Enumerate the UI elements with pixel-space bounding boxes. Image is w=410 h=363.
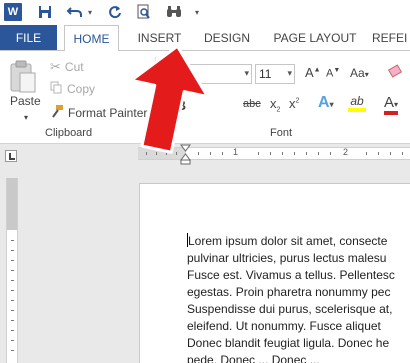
grow-font-button[interactable]: A▲ xyxy=(305,65,321,80)
change-case-button[interactable]: Aa▾ xyxy=(350,66,369,80)
clipboard-launcher-icon[interactable]: ⇲ xyxy=(145,128,152,137)
vertical-ruler[interactable] xyxy=(6,178,18,363)
ruler-top-margin xyxy=(7,178,17,230)
bold-button[interactable]: B xyxy=(176,97,186,113)
tab-selector-icon[interactable] xyxy=(5,150,17,162)
strikethrough-button[interactable]: abc xyxy=(243,98,261,110)
ruler-number: 2 xyxy=(343,147,349,157)
document-line: Lorem ipsum dolor sit amet, consecte xyxy=(187,233,388,248)
document-line: egestas. Proin pharetra nonummy pec xyxy=(187,285,391,299)
ribbon-tabs: FILE HOME INSERT DESIGN PAGE LAYOUT REFE… xyxy=(0,25,410,51)
document-line: Suspendisse dui purus, scelerisque at, xyxy=(187,302,393,316)
clipboard-group-label: Clipboard xyxy=(45,127,93,139)
cut-label: Cut xyxy=(64,60,84,74)
print-preview-icon[interactable] xyxy=(135,3,153,21)
highlight-button[interactable]: ab xyxy=(348,94,366,112)
cut-button[interactable]: ✂ Cut xyxy=(50,59,84,75)
shrink-font-button[interactable]: A▼ xyxy=(326,67,340,80)
document-line: pulvinar ultricies, purus lectus malesu xyxy=(187,251,387,265)
font-size-box[interactable]: 11 ▾ xyxy=(255,64,295,84)
font-name-box[interactable]: ▾ xyxy=(166,64,252,84)
ribbon: Paste ▾ ✂ Cut Copy Format Painter Clipbo… xyxy=(0,50,410,144)
document-line: Donec blandit feugiat ligula. Donec he xyxy=(187,336,390,350)
copy-icon xyxy=(50,81,63,97)
paste-label: Paste xyxy=(10,94,41,108)
text-effects-button[interactable]: A▾ xyxy=(318,94,334,112)
document-line: Fusce est. Vivamus a tellus. Pellentesc xyxy=(187,268,395,282)
format-painter-button[interactable]: Format Painter xyxy=(50,104,147,121)
copy-label: Copy xyxy=(67,82,96,96)
superscript-button[interactable]: x2 xyxy=(289,96,299,111)
font-size-value: 11 xyxy=(259,67,272,81)
redo-icon[interactable] xyxy=(106,3,124,21)
scissors-icon: ✂ xyxy=(50,59,61,74)
ruler-number: 1 xyxy=(233,147,239,157)
document-body[interactable]: Lorem ipsum dolor sit amet, consecte pul… xyxy=(187,233,410,363)
quick-access-toolbar: W ▾ ▾ xyxy=(0,0,410,25)
tab-page-layout[interactable]: PAGE LAYOUT xyxy=(268,25,362,50)
paste-button[interactable]: Paste xyxy=(10,94,41,108)
group-separator xyxy=(155,57,156,137)
chevron-down-icon: ▾ xyxy=(244,68,249,78)
horizontal-ruler[interactable]: 1 2 xyxy=(138,147,410,160)
tab-design[interactable]: DESIGN xyxy=(198,25,256,50)
save-icon[interactable] xyxy=(36,3,54,21)
paste-dropdown-icon[interactable]: ▾ xyxy=(24,113,28,122)
undo-dropdown-icon[interactable]: ▾ xyxy=(86,3,94,21)
find-icon[interactable] xyxy=(165,3,183,21)
indent-marker-icon[interactable] xyxy=(180,144,191,165)
tab-file[interactable]: FILE xyxy=(0,25,57,50)
paste-icon[interactable] xyxy=(8,59,38,95)
tab-home[interactable]: HOME xyxy=(64,25,119,51)
font-color-button[interactable]: A▾ xyxy=(384,94,398,115)
undo-icon[interactable] xyxy=(66,3,84,21)
subscript-button[interactable]: x2 xyxy=(270,96,280,114)
clear-formatting-icon[interactable] xyxy=(386,63,406,83)
chevron-down-icon: ▾ xyxy=(287,68,292,78)
format-painter-label: Format Painter xyxy=(68,105,148,120)
paintbrush-icon xyxy=(50,104,64,121)
font-group-label: Font xyxy=(270,127,293,139)
tab-references[interactable]: REFEI xyxy=(372,25,410,50)
document-page[interactable]: Lorem ipsum dolor sit amet, consecte pul… xyxy=(139,183,410,363)
document-line: eleifend. Ut nonummy. Fusce aliquet xyxy=(187,319,381,333)
copy-button[interactable]: Copy xyxy=(50,81,95,97)
tab-insert[interactable]: INSERT xyxy=(132,25,187,50)
word-logo-icon[interactable]: W xyxy=(4,3,22,21)
document-line: pede. Donec ... Donec ... xyxy=(187,353,320,363)
customize-qat-icon[interactable]: ▾ xyxy=(193,3,201,21)
